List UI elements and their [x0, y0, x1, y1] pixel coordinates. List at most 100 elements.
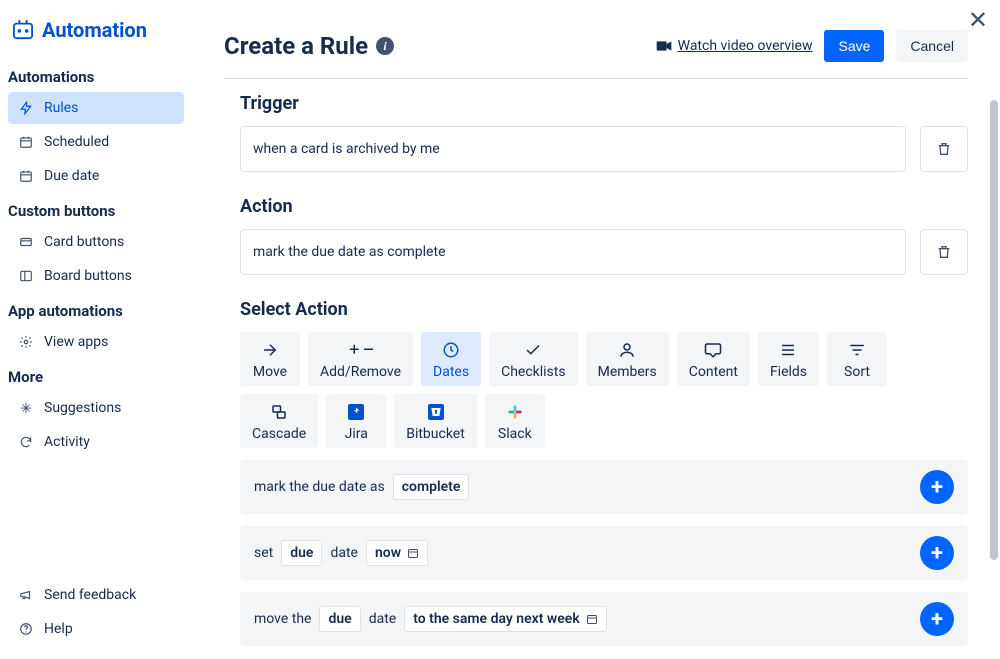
action-option-move-date: move the due date to the same day next w… [240, 592, 968, 646]
chip-next-week[interactable]: to the same day next week [404, 606, 607, 632]
sidebar-item-scheduled[interactable]: Scheduled [8, 126, 184, 158]
tab-add-remove[interactable]: Add/Remove [308, 332, 413, 386]
sidebar-item-label: View apps [44, 334, 108, 350]
select-action-heading: Select Action [240, 299, 968, 320]
sidebar-item-label: Due date [44, 168, 99, 184]
tab-bitbucket[interactable]: Bitbucket [394, 394, 477, 448]
action-option-set-date: set due date now + [240, 526, 968, 580]
add-action-button[interactable]: + [920, 470, 954, 504]
chip-now[interactable]: now [366, 540, 428, 566]
sidebar-item-label: Send feedback [44, 587, 136, 603]
jira-icon [348, 402, 364, 422]
action-category-tabs: Move Add/Remove Dates Checklists Members… [240, 332, 968, 448]
section-custom-buttons: Custom buttons [8, 194, 184, 226]
sidebar-item-label: Rules [44, 100, 78, 116]
sparkle-icon [18, 400, 34, 416]
option-text: date [330, 545, 358, 561]
option-text: mark the due date as [254, 479, 385, 495]
option-text: move the [254, 611, 311, 627]
tab-members[interactable]: Members [586, 332, 669, 386]
sidebar-item-board-buttons[interactable]: Board buttons [8, 260, 184, 292]
board-icon [18, 268, 34, 284]
watch-video-link[interactable]: Watch video overview [656, 38, 813, 54]
trigger-heading: Trigger [240, 93, 968, 114]
trash-icon [936, 141, 952, 157]
scrollbar[interactable] [990, 100, 998, 578]
save-button[interactable]: Save [824, 30, 884, 62]
plus-minus-icon [347, 340, 375, 360]
help-icon [18, 621, 34, 637]
add-action-button[interactable]: + [920, 602, 954, 636]
add-action-button[interactable]: + [920, 536, 954, 570]
chip-due[interactable]: due [281, 540, 322, 566]
sidebar-item-rules[interactable]: Rules [8, 92, 184, 124]
scrollbar-thumb[interactable] [990, 100, 998, 560]
main-content: Create a Rule i Watch video overview Sav… [192, 0, 1000, 659]
gear-icon [18, 334, 34, 350]
card-icon [18, 234, 34, 250]
sidebar-item-help[interactable]: Help [8, 613, 184, 645]
section-automations: Automations [8, 60, 184, 92]
tab-label: Move [253, 364, 287, 380]
action-summary[interactable]: mark the due date as complete [240, 229, 906, 275]
sidebar-item-card-buttons[interactable]: Card buttons [8, 226, 184, 258]
sidebar-item-due-date[interactable]: Due date [8, 160, 184, 192]
tab-checklists[interactable]: Checklists [489, 332, 578, 386]
speech-icon [704, 340, 722, 360]
video-link-text: Watch video overview [678, 38, 813, 54]
sidebar-item-label: Help [44, 621, 73, 637]
tab-label: Bitbucket [406, 426, 465, 442]
tab-sort[interactable]: Sort [827, 332, 887, 386]
tab-label: Sort [844, 364, 870, 380]
sidebar: Automation Automations Rules Scheduled D… [0, 0, 192, 659]
sidebar-item-send-feedback[interactable]: Send feedback [8, 579, 184, 611]
trash-icon [936, 244, 952, 260]
flash-icon [18, 100, 34, 116]
calendar-icon [407, 547, 419, 559]
tab-move[interactable]: Move [240, 332, 300, 386]
clock-icon [442, 340, 460, 360]
tab-content[interactable]: Content [677, 332, 750, 386]
sidebar-item-suggestions[interactable]: Suggestions [8, 392, 184, 424]
bitbucket-icon [428, 402, 444, 422]
robot-icon [12, 20, 34, 40]
slack-icon [507, 402, 523, 422]
sidebar-header: Automation [8, 18, 184, 60]
tab-slack[interactable]: Slack [485, 394, 545, 448]
tab-label: Members [598, 364, 657, 380]
tab-fields[interactable]: Fields [758, 332, 819, 386]
calendar-icon [18, 134, 34, 150]
option-text: set [254, 545, 273, 561]
sidebar-item-label: Board buttons [44, 268, 132, 284]
filter-icon [848, 340, 866, 360]
cancel-button[interactable]: Cancel [896, 30, 968, 62]
tab-label: Jira [345, 426, 368, 442]
megaphone-icon [18, 587, 34, 603]
close-icon[interactable]: ✕ [968, 6, 988, 34]
delete-trigger-button[interactable] [920, 126, 968, 172]
info-icon[interactable]: i [376, 37, 394, 55]
trigger-summary[interactable]: when a card is archived by me [240, 126, 906, 172]
sidebar-item-label: Card buttons [44, 234, 124, 250]
tab-cascade[interactable]: Cascade [240, 394, 318, 448]
tab-dates[interactable]: Dates [421, 332, 481, 386]
delete-action-button[interactable] [920, 229, 968, 275]
sidebar-item-label: Activity [44, 434, 90, 450]
calendar-icon [18, 168, 34, 184]
tab-jira[interactable]: Jira [326, 394, 386, 448]
chip-complete[interactable]: complete [393, 474, 470, 500]
action-option-mark-complete: mark the due date as complete + [240, 460, 968, 514]
calendar-icon [586, 613, 598, 625]
tab-label: Content [689, 364, 738, 380]
chip-due[interactable]: due [319, 606, 360, 632]
tab-label: Add/Remove [320, 364, 401, 380]
action-heading: Action [240, 196, 968, 217]
sidebar-item-view-apps[interactable]: View apps [8, 326, 184, 358]
arrow-right-icon [260, 340, 280, 360]
video-camera-icon [656, 40, 672, 52]
sidebar-item-activity[interactable]: Activity [8, 426, 184, 458]
tab-label: Fields [770, 364, 807, 380]
page-title: Create a Rule [224, 32, 368, 60]
tab-label: Dates [433, 364, 469, 380]
sidebar-title: Automation [42, 18, 147, 42]
